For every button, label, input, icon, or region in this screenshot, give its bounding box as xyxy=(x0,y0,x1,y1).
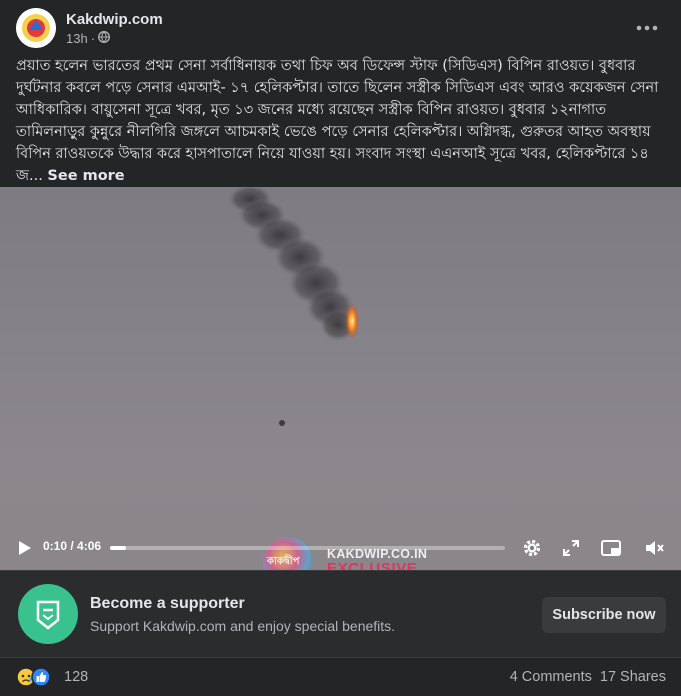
video-time: 0:10 / 4:06 xyxy=(43,539,102,553)
post-header: Kakdwip.com 13h · xyxy=(16,8,666,48)
see-more-link[interactable]: See more xyxy=(47,168,124,184)
video-controls: 0:10 / 4:06 xyxy=(0,526,681,570)
post-text: প্রয়াত হলেন ভারতের প্রথম সেনা সর্বাধিনা… xyxy=(16,58,659,184)
settings-icon[interactable] xyxy=(521,537,543,559)
supporter-banner: Become a supporter Support Kakdwip.com a… xyxy=(0,570,681,658)
page-name[interactable]: Kakdwip.com xyxy=(66,11,163,28)
page-avatar[interactable] xyxy=(16,8,56,48)
play-icon[interactable] xyxy=(18,540,32,556)
volume-muted-icon[interactable] xyxy=(643,537,665,559)
picture-in-picture-icon[interactable] xyxy=(600,537,622,559)
video-player[interactable]: কাকদ্বীপ KAKDWIP.CO.IN EXCLUSIVE 0:10 / … xyxy=(0,187,681,570)
facebook-post: Kakdwip.com 13h · প্রয়াত হলেন ভারতের প্… xyxy=(0,0,681,696)
post-body: প্রয়াত হলেন ভারতের প্রথম সেনা সর্বাধিনা… xyxy=(16,55,666,187)
subscribe-button[interactable]: Subscribe now xyxy=(542,597,666,633)
fullscreen-icon[interactable] xyxy=(560,537,582,559)
meta-dot: · xyxy=(90,31,96,46)
reaction-count[interactable]: 128 xyxy=(64,669,88,685)
video-progress-bar[interactable] xyxy=(110,546,505,550)
video-frame xyxy=(228,187,359,426)
post-meta: 13h · xyxy=(66,31,110,46)
post-footer: 128 4 Comments 17 Shares xyxy=(16,665,666,689)
supporter-title: Become a supporter xyxy=(90,595,245,612)
like-reaction-icon xyxy=(31,667,51,692)
globe-icon xyxy=(98,31,110,46)
supporter-subtitle: Support Kakdwip.com and enjoy special be… xyxy=(90,618,396,634)
video-progress-fill xyxy=(110,546,126,550)
reaction-icons[interactable] xyxy=(16,667,51,692)
supporter-badge-icon xyxy=(18,584,78,644)
shares-count[interactable]: 17 Shares xyxy=(600,669,666,685)
more-options-icon[interactable] xyxy=(636,14,658,37)
post-time[interactable]: 13h xyxy=(66,31,88,46)
engagement-counts: 4 Comments 17 Shares xyxy=(510,669,666,685)
comments-count[interactable]: 4 Comments xyxy=(510,669,592,685)
